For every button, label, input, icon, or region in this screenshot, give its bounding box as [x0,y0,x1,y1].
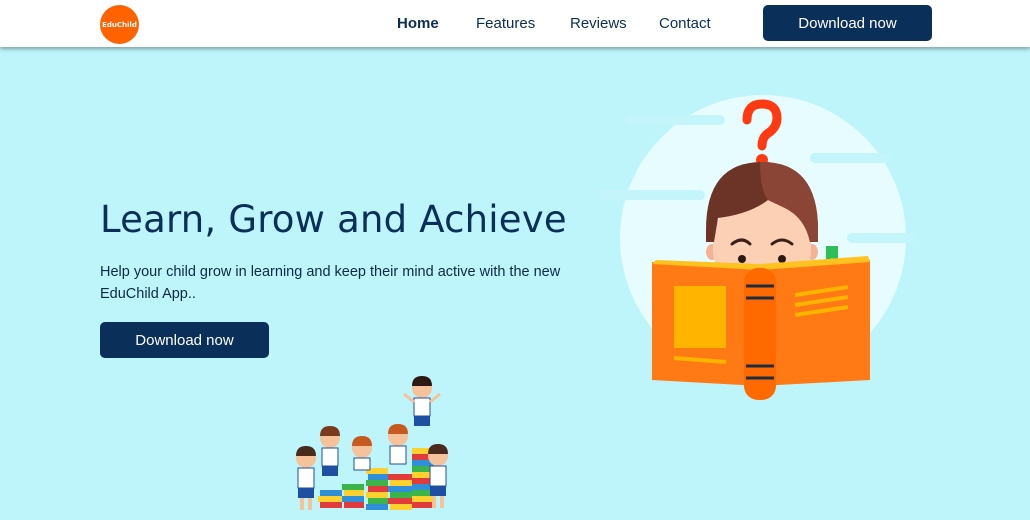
navbar: EduChild Home Features Reviews Contact D… [0,0,1030,47]
logo-text: EduChild [102,20,137,29]
hero-subtitle: Help your child grow in learning and kee… [100,264,561,302]
nav-link-home[interactable]: Home [397,15,439,32]
nav-link-contact[interactable]: Contact [659,15,711,32]
nav-link-reviews[interactable]: Reviews [570,15,627,32]
nav-download-button[interactable]: Download now [763,5,932,41]
kids-illustration [296,376,448,510]
open-book [652,256,870,400]
hero-title: Learn, Grow and Achieve [100,198,567,241]
hero-illustration [600,95,915,400]
hero-download-button[interactable]: Download now [100,322,269,358]
brand-logo[interactable]: EduChild [100,5,139,44]
nav-link-features[interactable]: Features [476,15,535,32]
